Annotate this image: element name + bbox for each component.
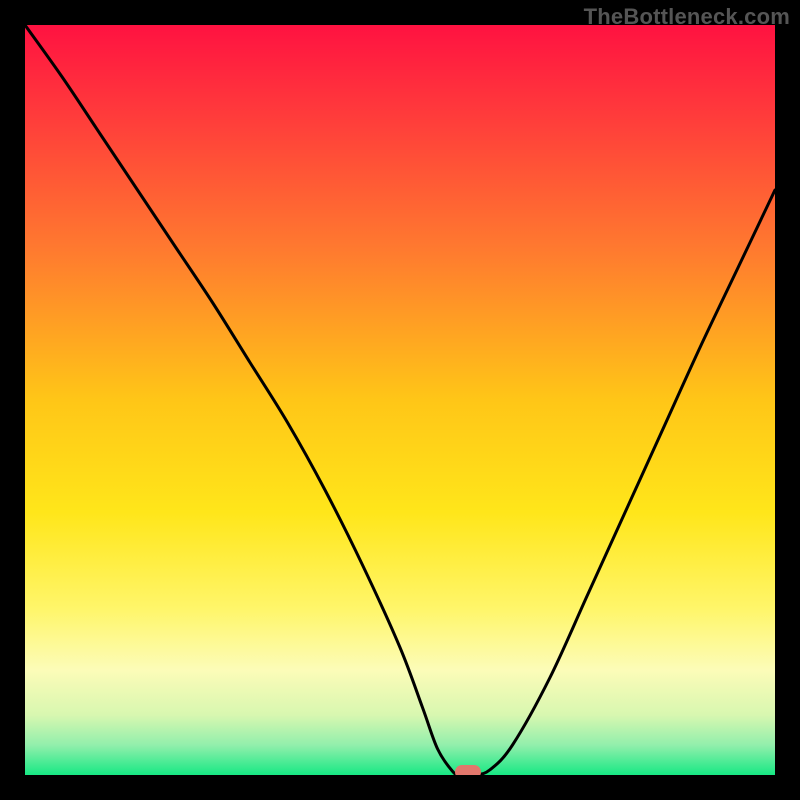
bottleneck-curve: [25, 25, 775, 775]
chart-frame: TheBottleneck.com: [0, 0, 800, 800]
plot-area: [25, 25, 775, 775]
watermark-text: TheBottleneck.com: [584, 4, 790, 30]
optimal-marker: [455, 765, 481, 775]
